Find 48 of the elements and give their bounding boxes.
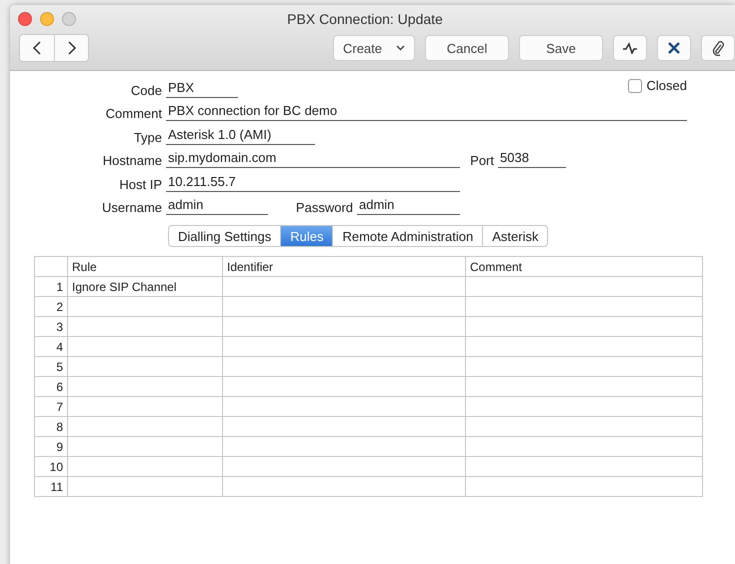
code-field[interactable]: PBX [166,80,238,98]
save-button[interactable]: Save [519,35,603,61]
expand-button[interactable] [657,35,691,61]
hostname-field[interactable]: sip.mydomain.com [166,150,460,168]
tab[interactable]: Asterisk [482,226,548,246]
create-button[interactable]: Create [333,35,415,61]
field-label: Host IP [118,176,163,192]
paperclip-icon [712,40,724,56]
row-number: 10 [34,456,68,476]
port-field[interactable]: 5038 [498,150,566,168]
cross-icon [667,41,681,55]
type-field[interactable]: Asterisk 1.0 (AMI) [166,126,315,144]
row-number: 5 [34,356,68,376]
column-header: Identifier [222,256,466,276]
field-label: Username [101,200,163,215]
close-button[interactable] [18,12,32,26]
activity-button[interactable] [613,35,647,61]
row-number: 1 [34,276,68,296]
row-number: 2 [34,296,68,316]
chevron-left-icon [32,40,42,56]
field-label: Comment [104,106,163,121]
row-number: 6 [34,376,68,396]
checkbox-label: Closed [646,78,687,94]
attachment-button[interactable] [701,35,735,61]
row-number: 11 [34,476,68,496]
column-header: Rule [68,256,222,276]
row-number: 3 [34,316,68,336]
table-cell[interactable]: Ignore SIP Channel [68,276,222,296]
row-number: 8 [34,416,68,436]
closed-checkbox[interactable] [628,78,642,93]
window-title: PBX Connection: Update [286,11,444,27]
row-number: 4 [34,336,68,356]
field-label: Hostname [102,153,163,168]
row-number: 7 [34,396,68,416]
comment-field[interactable]: PBX connection for BC demo [166,103,687,121]
column-header: Comment [466,256,702,276]
row-number: 9 [34,436,68,456]
chevron-right-icon [66,40,76,56]
field-label: Port [469,153,495,168]
host-ip-field[interactable]: 10.211.55.7 [166,174,460,192]
username-field[interactable]: admin [166,197,268,215]
caret-icon [396,45,406,51]
field-label: Password [294,200,354,215]
password-field[interactable]: admin [357,197,460,215]
cancel-button[interactable]: Cancel [425,35,509,61]
field-label: Code [130,82,163,98]
field-label: Type [132,130,163,144]
pulse-icon [622,42,638,54]
